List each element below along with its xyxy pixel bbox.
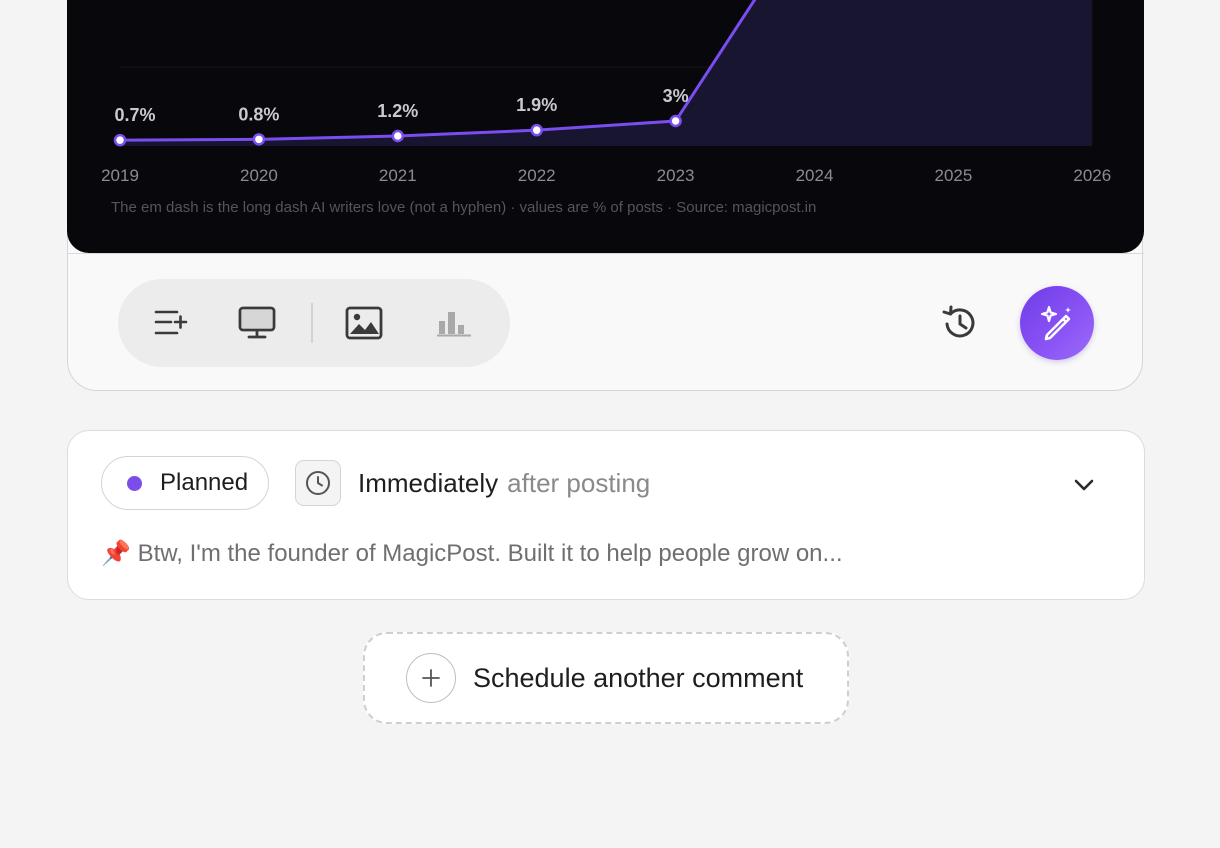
chart-preview: 0.7% 0.8% 1.2% 1.9% 3% 2019 2020 2021 2022 2023 20…: [67, 0, 1144, 253]
magic-pencil-icon: [1040, 305, 1071, 341]
add-image-button[interactable]: [342, 301, 386, 345]
status-dot: [127, 475, 142, 491]
data-point: [530, 123, 543, 137]
schedule-another-comment-button[interactable]: Schedule another comment: [363, 632, 849, 724]
divider: [67, 253, 1144, 254]
monitor-icon: [238, 306, 276, 339]
carousel-button[interactable]: [235, 301, 279, 345]
em-dash-chart: 0.7% 0.8% 1.2% 1.9% 3% 2019 2020 2021 2022 2023 20…: [101, 0, 1111, 216]
x-tick-label: 2023: [657, 166, 695, 185]
history-icon: [942, 305, 975, 338]
ai-rewrite-button[interactable]: [1020, 286, 1094, 360]
data-label: 1.9%: [516, 95, 557, 115]
x-tick-label: 2022: [518, 166, 556, 185]
status-label: Planned: [160, 469, 249, 496]
x-tick-label: 2024: [796, 166, 834, 185]
timing-secondary: after posting: [507, 468, 651, 498]
bar-chart-icon: [437, 312, 471, 337]
add-chart-button[interactable]: [432, 301, 476, 345]
schedule-another-label: Schedule another comment: [473, 662, 804, 693]
comment-preview: 📌 Btw, I'm the founder of MagicPost. Bui…: [101, 539, 843, 568]
x-tick-label: 2025: [934, 166, 972, 185]
data-label: 0.7%: [114, 105, 155, 125]
list-add-icon: [154, 310, 188, 335]
history-button[interactable]: [936, 300, 982, 346]
expand-chevron-button[interactable]: [1070, 471, 1098, 499]
chart-caption: The em dash is the long dash AI writers …: [111, 199, 816, 216]
x-tick-label: 2026: [1073, 166, 1111, 185]
chevron-down-icon: [1074, 479, 1094, 491]
composer-toolbar: [118, 279, 510, 367]
data-label: 3%: [663, 86, 689, 106]
toolbar-separator: [311, 303, 313, 343]
status-badge[interactable]: Planned: [101, 456, 269, 510]
x-tick-label: 2019: [101, 166, 139, 185]
x-tick-label: 2020: [240, 166, 278, 185]
data-point: [669, 114, 682, 128]
data-point: [252, 133, 266, 146]
x-tick-label: 2021: [379, 166, 417, 185]
comment-preview-text: Btw, I'm the founder of MagicPost. Built…: [137, 540, 843, 567]
clock-icon-box: [295, 460, 341, 506]
image-icon: [345, 306, 383, 340]
add-list-button[interactable]: [149, 301, 193, 345]
timing-primary: Immediately: [358, 468, 499, 498]
clock-icon: [306, 471, 330, 495]
data-point: [391, 129, 405, 143]
plus-icon: [406, 653, 456, 703]
data-label: 1.2%: [377, 101, 418, 121]
data-point: [113, 133, 127, 147]
data-label: 0.8%: [238, 104, 279, 124]
pin-icon: 📌: [101, 540, 131, 567]
comment-timing: Immediately after posting: [358, 468, 650, 499]
scheduled-comment-card[interactable]: Planned Immediately after posting 📌 Btw, …: [67, 430, 1145, 600]
